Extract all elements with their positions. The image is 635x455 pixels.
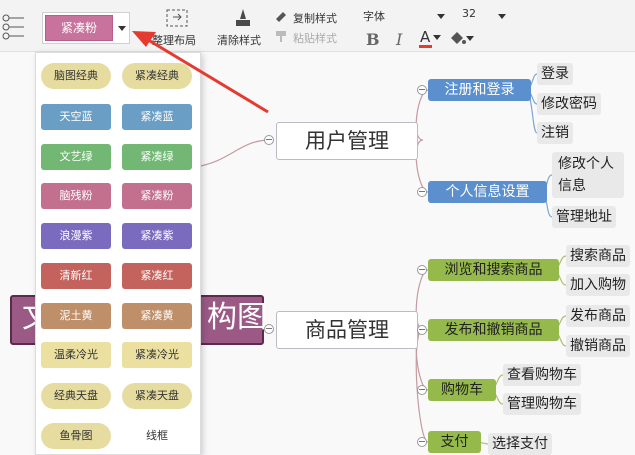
annotation-arrow (132, 31, 269, 114)
